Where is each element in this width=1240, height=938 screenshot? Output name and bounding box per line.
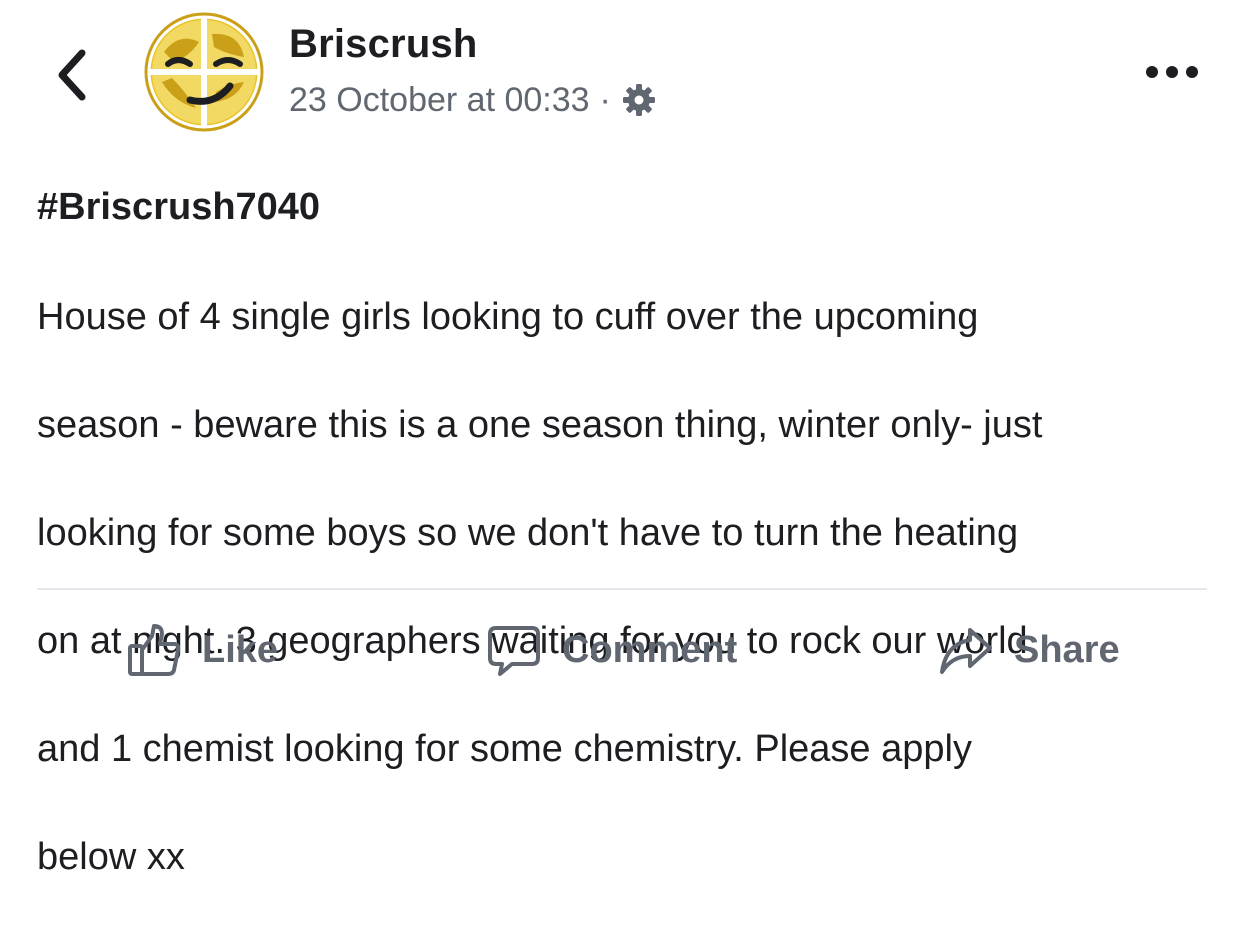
post-text-line: below xx — [37, 836, 185, 878]
post-body: #Briscrush7040 House of 4 single girls l… — [37, 182, 1217, 938]
post-text-line: season - beware this is a one season thi… — [37, 404, 1043, 446]
more-horizontal-icon — [1146, 66, 1198, 78]
comment-label: Comment — [562, 628, 738, 671]
comment-button[interactable]: Comment — [486, 618, 737, 682]
post-timestamp[interactable]: 23 October at 00:33 — [289, 81, 590, 120]
post-text-line: House of 4 single girls looking to cuff … — [37, 296, 979, 338]
chevron-left-icon — [58, 49, 86, 101]
gear-icon — [622, 84, 655, 116]
briscrush-logo-icon — [144, 12, 264, 132]
page-name[interactable]: Briscrush — [289, 22, 478, 67]
thumbs-up-icon — [128, 624, 181, 676]
post-actions-bar: Like Comment Share — [0, 600, 1240, 700]
more-options-button[interactable] — [1140, 52, 1204, 92]
post-meta: 23 October at 00:33 · — [289, 78, 657, 122]
page-avatar[interactable] — [144, 12, 264, 132]
share-arrow-icon — [940, 628, 992, 674]
like-button[interactable]: Like — [126, 618, 278, 682]
share-button[interactable]: Share — [938, 618, 1120, 682]
post-text: House of 4 single girls looking to cuff … — [37, 236, 1217, 938]
post-header: Briscrush 23 October at 00:33 · — [0, 0, 1240, 160]
share-label: Share — [1014, 628, 1120, 671]
comment-bubble-icon — [488, 626, 540, 676]
back-button[interactable] — [44, 40, 100, 110]
meta-separator: · — [599, 80, 611, 119]
post-text-line: looking for some boys so we don't have t… — [37, 512, 1019, 554]
post-hashtag[interactable]: #Briscrush7040 — [37, 182, 1217, 232]
actions-divider — [37, 588, 1207, 590]
post-text-line: and 1 chemist looking for some chemistry… — [37, 728, 972, 770]
like-label: Like — [202, 628, 279, 671]
